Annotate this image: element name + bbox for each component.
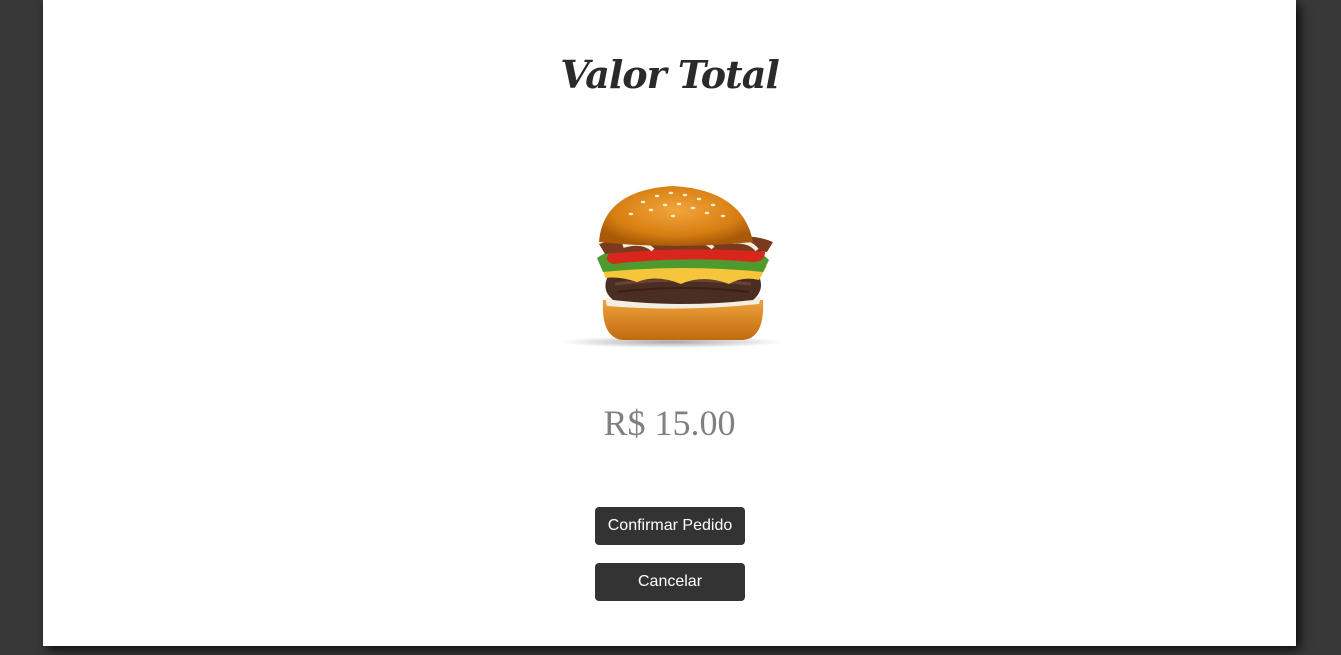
cancel-button[interactable]: Cancelar	[595, 563, 745, 601]
total-price: R$ 15.00	[603, 403, 736, 443]
confirm-order-button[interactable]: Confirmar Pedido	[595, 507, 745, 545]
page-title: Valor Total	[560, 52, 780, 97]
burger-image	[559, 186, 783, 348]
order-summary-card: Valor Total R$ 15.00 Confirmar Pedido Ca…	[43, 0, 1296, 646]
